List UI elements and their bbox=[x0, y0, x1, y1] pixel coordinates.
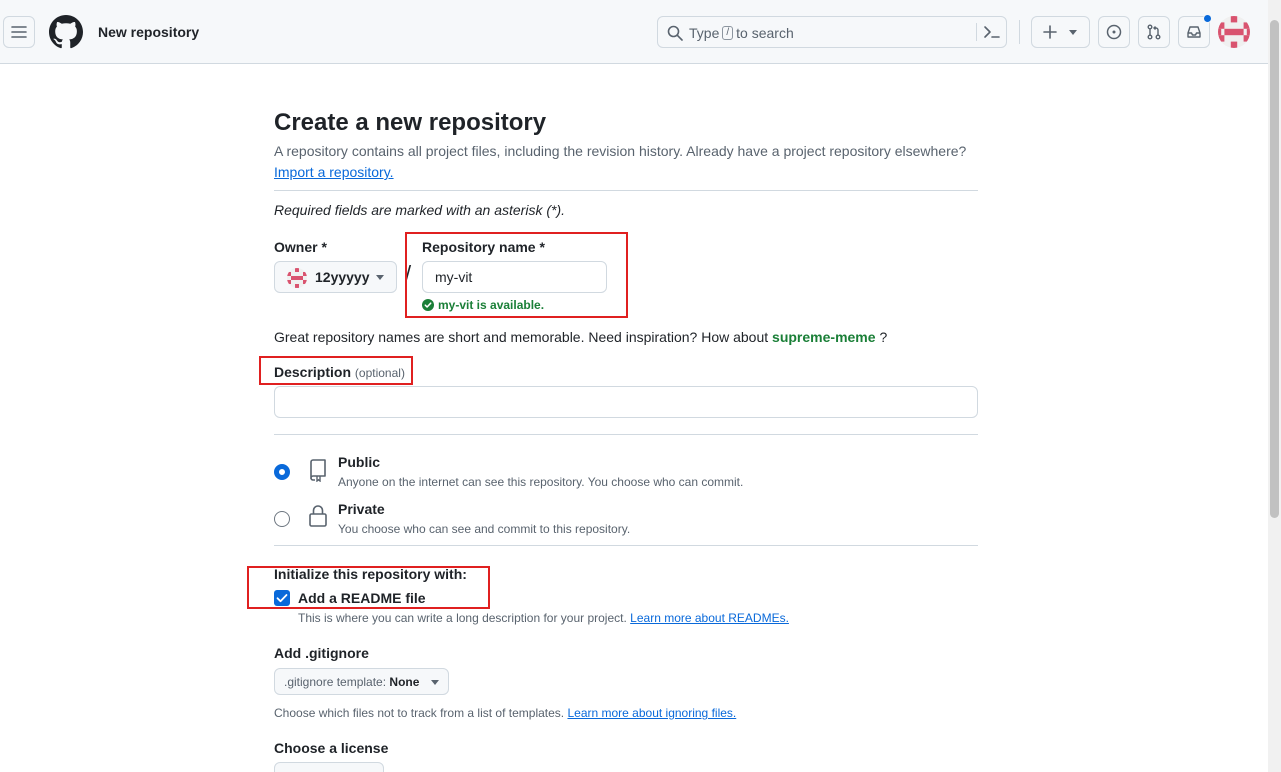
search-input[interactable]: Type / to search bbox=[657, 16, 1007, 48]
private-description: You choose who can see and commit to thi… bbox=[338, 522, 631, 536]
private-radio[interactable] bbox=[274, 511, 290, 527]
license-dropdown[interactable] bbox=[274, 762, 384, 772]
required-fields-note: Required fields are marked with an aster… bbox=[274, 202, 566, 218]
plus-icon bbox=[1043, 25, 1057, 39]
gitignore-select-text: .gitignore template: None bbox=[284, 675, 419, 689]
header-divider bbox=[1019, 20, 1020, 44]
search-icon bbox=[667, 25, 683, 41]
vertical-scrollbar[interactable] bbox=[1268, 0, 1281, 772]
gitignore-select-value: None bbox=[389, 675, 420, 689]
page-context-title[interactable]: New repository bbox=[98, 24, 199, 40]
private-title: Private bbox=[338, 501, 385, 517]
inspiration-text: Great repository names are short and mem… bbox=[274, 329, 769, 345]
scrollbar-thumb[interactable] bbox=[1270, 20, 1279, 518]
name-inspiration: Great repository names are short and mem… bbox=[274, 329, 887, 345]
license-label: Choose a license bbox=[274, 740, 389, 756]
lock-icon bbox=[309, 505, 327, 527]
inspiration-tail: ? bbox=[879, 329, 888, 345]
command-palette-icon[interactable] bbox=[983, 24, 1001, 40]
issue-opened-icon bbox=[1106, 24, 1122, 40]
readme-hint: This is where you can write a long descr… bbox=[298, 611, 789, 625]
page-title: Create a new repository bbox=[274, 109, 547, 136]
create-new-button[interactable] bbox=[1031, 16, 1090, 48]
top-header: New repository Type / to search bbox=[0, 0, 1268, 64]
identicon-avatar bbox=[287, 268, 307, 288]
suggested-name[interactable]: supreme-meme bbox=[772, 329, 876, 345]
gitignore-hint: Choose which files not to track from a l… bbox=[274, 706, 736, 720]
search-shortcut-key: / bbox=[722, 26, 734, 40]
public-radio[interactable] bbox=[274, 464, 290, 480]
search-prefix-text: Type bbox=[689, 25, 720, 41]
search-placeholder: Type / to search bbox=[689, 25, 794, 41]
gitignore-select-prefix: .gitignore template: bbox=[284, 675, 387, 689]
learn-more-readmes-link[interactable]: Learn more about READMEs. bbox=[630, 611, 789, 625]
hamburger-icon bbox=[11, 26, 27, 38]
readme-hint-text: This is where you can write a long descr… bbox=[298, 611, 627, 625]
git-pull-request-icon bbox=[1147, 24, 1161, 40]
owner-label: Owner * bbox=[274, 239, 327, 255]
issues-button[interactable] bbox=[1098, 16, 1130, 48]
notification-indicator bbox=[1203, 14, 1212, 23]
gitignore-hint-text: Choose which files not to track from a l… bbox=[274, 706, 565, 720]
import-repository-link[interactable]: Import a repository. bbox=[274, 164, 394, 180]
inbox-icon bbox=[1187, 26, 1201, 38]
intro-text: A repository contains all project files,… bbox=[274, 143, 967, 159]
learn-more-ignoring-link[interactable]: Learn more about ignoring files. bbox=[567, 706, 736, 720]
new-repository-form: Create a new repository A repository con… bbox=[274, 64, 978, 772]
caret-down-icon bbox=[431, 680, 439, 685]
description-input[interactable] bbox=[274, 386, 978, 418]
identicon-avatar bbox=[1218, 16, 1250, 48]
menu-button[interactable] bbox=[3, 16, 35, 48]
owner-avatar bbox=[287, 268, 307, 288]
public-description: Anyone on the internet can see this repo… bbox=[338, 475, 744, 489]
public-title: Public bbox=[338, 454, 381, 470]
gitignore-template-dropdown[interactable]: .gitignore template: None bbox=[274, 668, 449, 695]
divider bbox=[274, 190, 978, 191]
annotation-box-description bbox=[259, 356, 413, 385]
pull-requests-button[interactable] bbox=[1138, 16, 1170, 48]
caret-down-icon bbox=[1069, 30, 1077, 35]
annotation-box-initialize bbox=[247, 566, 490, 609]
gitignore-label: Add .gitignore bbox=[274, 645, 369, 661]
annotation-box-repo-name bbox=[405, 232, 628, 318]
divider bbox=[274, 434, 978, 435]
divider bbox=[274, 545, 978, 546]
caret-down-icon bbox=[376, 275, 384, 280]
owner-dropdown[interactable]: 12yyyyy bbox=[274, 261, 397, 293]
search-suffix-text: to search bbox=[736, 25, 794, 41]
repo-icon bbox=[310, 459, 326, 482]
search-divider bbox=[976, 23, 977, 41]
github-logo[interactable] bbox=[49, 15, 83, 49]
github-mark-icon bbox=[49, 15, 83, 49]
user-avatar[interactable] bbox=[1218, 16, 1250, 48]
owner-value: 12yyyyy bbox=[315, 269, 370, 285]
